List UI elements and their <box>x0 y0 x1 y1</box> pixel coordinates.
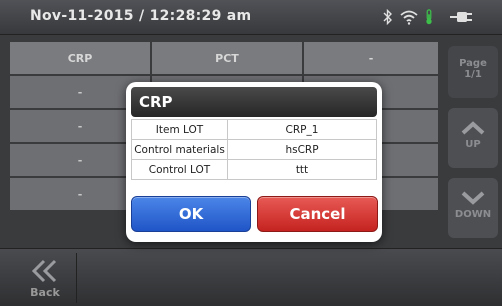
down-button[interactable]: DOWN <box>448 178 498 238</box>
info-label: Item LOT <box>131 119 228 140</box>
cancel-button[interactable]: Cancel <box>257 196 378 232</box>
bluetooth-icon <box>383 9 392 25</box>
down-label: DOWN <box>454 209 492 220</box>
device-screen: Nov-11-2015 / 12:28:29 am CRP PCT - - - … <box>0 0 502 306</box>
chevron-up-icon <box>461 121 485 135</box>
info-row-control-lot: Control LOT ttt <box>131 159 377 180</box>
info-label: Control LOT <box>131 159 228 180</box>
ok-button[interactable]: OK <box>131 196 251 232</box>
chevron-down-icon <box>461 191 485 205</box>
column-header-crp[interactable]: CRP <box>10 42 150 74</box>
thermometer-icon <box>426 9 432 25</box>
up-label: UP <box>465 139 481 150</box>
bottom-bar: Back <box>0 248 502 306</box>
double-chevron-left-icon <box>31 259 57 283</box>
back-button[interactable]: Back <box>14 253 77 303</box>
info-value: CRP_1 <box>227 119 377 140</box>
page-indicator: Page 1/1 <box>448 46 498 98</box>
control-info-dialog: CRP Item LOT CRP_1 Control materials hsC… <box>126 82 382 242</box>
dialog-info-table: Item LOT CRP_1 Control materials hsCRP C… <box>131 119 377 180</box>
back-label: Back <box>30 286 60 299</box>
column-header-3[interactable]: - <box>304 42 438 74</box>
status-bar: Nov-11-2015 / 12:28:29 am <box>0 0 502 35</box>
info-label: Control materials <box>131 139 228 160</box>
wifi-icon <box>400 10 418 25</box>
page-value: 1/1 <box>464 69 482 80</box>
table-header-row: CRP PCT - <box>10 42 440 74</box>
info-row-item-lot: Item LOT CRP_1 <box>131 119 377 140</box>
column-header-pct[interactable]: PCT <box>152 42 302 74</box>
up-button[interactable]: UP <box>448 108 498 168</box>
datetime-label: Nov-11-2015 / 12:28:29 am <box>30 8 252 24</box>
info-value: ttt <box>227 159 377 180</box>
info-row-control-materials: Control materials hsCRP <box>131 139 377 160</box>
info-value: hsCRP <box>227 139 377 160</box>
page-label: Page <box>459 58 487 69</box>
dialog-title: CRP <box>131 87 377 117</box>
plug-icon <box>450 12 472 22</box>
